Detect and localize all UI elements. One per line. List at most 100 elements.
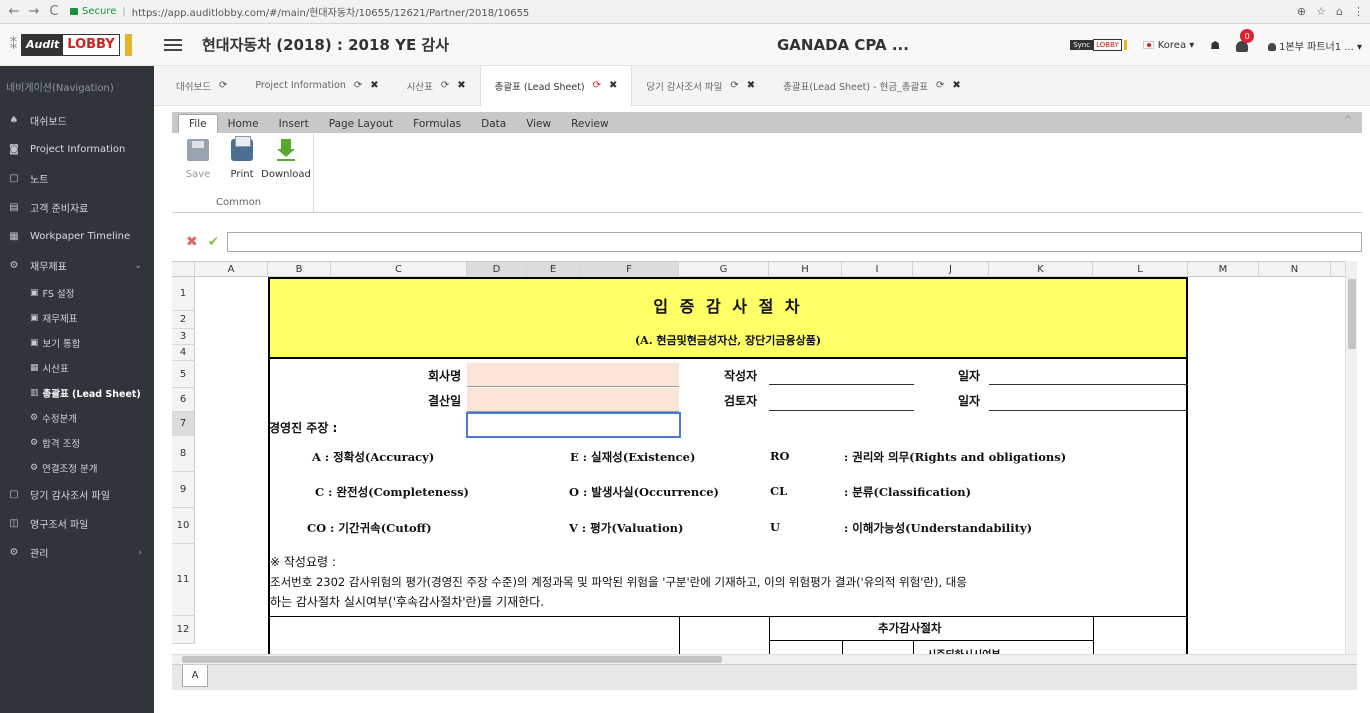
- spreadsheet-ribbon: File Home Insert Page Layout Formulas Da…: [172, 112, 1362, 226]
- vertical-scrollbar[interactable]: [1345, 261, 1357, 654]
- close-icon[interactable]: ✖: [609, 80, 617, 91]
- sheet-title: 입 증 감 사 절 차: [653, 297, 803, 316]
- horizontal-scroll-thumb[interactable]: [182, 656, 722, 663]
- tab-cash-lead-sheet[interactable]: 총괄표(Lead Sheet) - 현금_총괄표 ⟳ ✖: [769, 66, 975, 106]
- horizontal-scrollbar[interactable]: [172, 654, 1357, 664]
- ribbon-tab-insert[interactable]: Insert: [269, 114, 319, 133]
- sheet-content: 입 증 감 사 절 차 (A. 현금및현금성자산, 장단기금융상품) 회사명 결…: [172, 262, 1345, 654]
- close-icon[interactable]: ✖: [747, 80, 755, 91]
- sidebar-item-admin[interactable]: ⚙ 관리 ›: [0, 538, 154, 567]
- sidebar-heading: 네비게이션(Navigation): [6, 82, 114, 94]
- tab-dashboard[interactable]: 대쉬보드 ⟳: [162, 66, 241, 106]
- sheet-tab-a[interactable]: A: [182, 665, 208, 687]
- archive-icon: ◫: [9, 518, 19, 529]
- forward-icon[interactable]: →: [26, 4, 42, 20]
- ribbon-tab-formulas[interactable]: Formulas: [403, 114, 471, 133]
- sidebar-subitem-trial-balance[interactable]: ▦ 시산표: [0, 355, 154, 380]
- hamburger-menu-icon[interactable]: [164, 38, 182, 51]
- refresh-icon[interactable]: ⟳: [936, 80, 944, 91]
- menu-icon[interactable]: ⋮: [1353, 5, 1364, 18]
- ribbon-tab-home[interactable]: Home: [218, 114, 269, 133]
- assertion-code-cl: CL: [770, 484, 788, 498]
- formula-input[interactable]: [227, 232, 1362, 252]
- confirm-edit-icon[interactable]: ✔: [208, 234, 220, 250]
- print-label: Print: [230, 169, 254, 180]
- refresh-icon[interactable]: ⟳: [219, 80, 227, 91]
- columns-icon: ▥: [30, 387, 39, 398]
- user-menu[interactable]: 1본부 파트너1 ... ▾: [1268, 38, 1362, 53]
- sidebar-item-label: 관리: [30, 549, 49, 560]
- refresh-icon[interactable]: ⟳: [354, 80, 362, 91]
- ribbon-tab-review[interactable]: Review: [561, 114, 618, 133]
- ribbon-tab-data[interactable]: Data: [471, 114, 516, 133]
- date-label-1: 일자: [958, 369, 981, 383]
- table-divider: [679, 616, 680, 654]
- ribbon-tab-file[interactable]: File: [178, 114, 218, 133]
- sidebar-subitem-fs-setup[interactable]: ▣ FS 설정: [0, 280, 154, 305]
- refresh-icon[interactable]: ⟳: [593, 80, 601, 91]
- sidebar-subitem-consolidated-view[interactable]: ▣ 보기 통합: [0, 330, 154, 355]
- assertion-valuation: V : 평가(Valuation): [569, 521, 684, 535]
- notification-bell[interactable]: 0: [1236, 29, 1255, 55]
- info-icon: ◙: [9, 144, 19, 155]
- ribbon-tab-view[interactable]: View: [516, 114, 561, 133]
- download-button[interactable]: Download: [261, 139, 311, 212]
- tab-trial-balance[interactable]: 시산표 ⟳ ✖: [393, 66, 480, 106]
- date-input-2[interactable]: [989, 410, 1188, 411]
- assertion-classification: : 분류(Classification): [844, 485, 972, 499]
- grid-icon: ▣: [30, 337, 39, 348]
- refresh-icon[interactable]: ⟳: [730, 80, 738, 91]
- tab-lead-sheet[interactable]: 총괄표 (Lead Sheet) ⟳ ✖: [479, 65, 633, 106]
- zoom-icon[interactable]: ⊕: [1297, 5, 1306, 18]
- cancel-edit-icon[interactable]: ✖: [186, 234, 198, 250]
- sidebar-item-financial-statements[interactable]: ⚙ 재무제표 ⌄: [0, 251, 154, 280]
- table-divider: [842, 640, 843, 654]
- ribbon-tab-page-layout[interactable]: Page Layout: [319, 114, 403, 133]
- close-icon[interactable]: ✖: [370, 80, 378, 91]
- refresh-icon[interactable]: ⟳: [441, 80, 449, 91]
- sidebar-subitem-label: 재무제표: [42, 313, 78, 325]
- vertical-scroll-thumb[interactable]: [1348, 279, 1356, 349]
- sidebar-subitem-combination-adjustments[interactable]: ⚙ 합격 조정: [0, 430, 154, 455]
- tab-current-workpapers[interactable]: 당기 감사조서 파일 ⟳ ✖: [632, 66, 769, 106]
- bookmark-icon[interactable]: ☆: [1316, 5, 1326, 18]
- address-bar[interactable]: Secure | https://app.auditlobby.com/#/ma…: [70, 3, 529, 21]
- sidebar-item-current-workpapers[interactable]: ▢ 당기 감사조서 파일: [0, 480, 154, 509]
- sidebar-item-notes[interactable]: ▢ 노트: [0, 164, 154, 193]
- language-selector[interactable]: Korea ▾: [1142, 40, 1194, 51]
- close-icon[interactable]: ✖: [457, 80, 465, 91]
- grid-icon: ▣: [30, 312, 39, 323]
- active-cell[interactable]: [466, 412, 681, 438]
- sidebar-subitem-financial-statements[interactable]: ▣ 재무제표: [0, 305, 154, 330]
- save-button[interactable]: Save: [178, 139, 218, 212]
- sidebar-subitem-consolidation-entries[interactable]: ⚙ 연결조정 분개: [0, 455, 154, 480]
- url-separator: |: [122, 6, 126, 17]
- company-input[interactable]: [467, 363, 679, 387]
- sidebar-item-permanent-files[interactable]: ◫ 영구조서 파일: [0, 509, 154, 538]
- sheet-title-box: 입 증 감 사 절 차 (A. 현금및현금성자산, 장단기금융상품): [268, 277, 1188, 359]
- sidebar-item-project-information[interactable]: ◙ Project Information: [0, 135, 154, 164]
- tab-project-information[interactable]: Project Information ⟳ ✖: [241, 66, 392, 106]
- close-icon[interactable]: ✖: [952, 80, 960, 91]
- team-icon[interactable]: ☗: [1210, 39, 1220, 52]
- sidebar-item-client-materials[interactable]: ▤ 고객 준비자료: [0, 193, 154, 222]
- period-input[interactable]: [467, 388, 679, 412]
- sidebar-item-workpaper-timeline[interactable]: ▦ Workpaper Timeline: [0, 222, 154, 251]
- reviewer-input[interactable]: [769, 410, 914, 411]
- sidebar-subitem-label: 수정분개: [42, 413, 78, 425]
- sidebar-subitem-lead-sheet[interactable]: ▥ 총괄표 (Lead Sheet): [0, 380, 154, 405]
- ribbon-collapse-icon[interactable]: ^: [1344, 115, 1352, 126]
- url-text[interactable]: https://app.auditlobby.com/#/main/현대자동차/…: [132, 4, 530, 19]
- date-input-1[interactable]: [989, 384, 1188, 385]
- spreadsheet-grid[interactable]: A B C D E F G H I J K L M N 1 2 3 4 5 6 …: [172, 261, 1345, 654]
- preparer-input[interactable]: [769, 384, 914, 385]
- sidebar-subitem-adjusting-entries[interactable]: ⚙ 수정분개: [0, 405, 154, 430]
- sync-lobby-logo[interactable]: Sync LOBBY: [1070, 39, 1127, 51]
- app-logo[interactable]: ⁑ Audit LOBBY: [0, 24, 150, 66]
- extension-icon[interactable]: ⌂: [1336, 5, 1343, 18]
- tab-label: 당기 감사조서 파일: [646, 81, 723, 93]
- reload-icon[interactable]: C: [46, 4, 62, 20]
- sidebar-item-dashboard[interactable]: ♠ 대쉬보드: [0, 106, 154, 135]
- back-icon[interactable]: ←: [6, 4, 22, 20]
- sheet-tabs: A: [172, 664, 1357, 690]
